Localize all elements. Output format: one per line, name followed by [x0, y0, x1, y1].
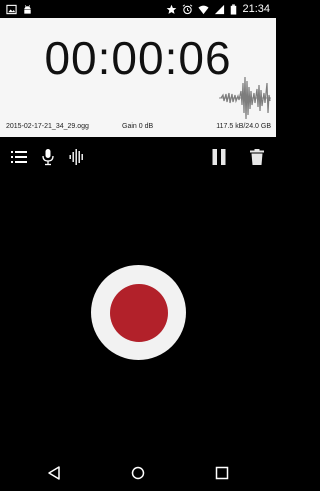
recents-icon	[215, 466, 229, 480]
record-indicator	[109, 283, 168, 342]
wifi-icon	[198, 4, 210, 15]
alarm-icon	[182, 4, 193, 15]
waveform-button[interactable]	[67, 147, 87, 167]
home-icon	[131, 466, 145, 480]
list-button[interactable]	[9, 147, 29, 167]
waveform-icon	[69, 149, 83, 165]
microphone-icon	[42, 149, 54, 166]
back-icon	[48, 466, 60, 480]
delete-button[interactable]	[247, 147, 267, 167]
recording-info-panel: 00:00:06 2015-02-17-21_34_29.ogg Gain 0 …	[0, 18, 276, 137]
star-icon	[166, 4, 177, 15]
status-left	[6, 4, 33, 15]
file-size: 117.5 kB/24.0 GB	[216, 123, 271, 130]
waveform-preview	[219, 76, 271, 120]
record-button[interactable]	[91, 265, 186, 360]
pause-button[interactable]	[209, 147, 229, 167]
gain-value: Gain 0 dB	[122, 123, 154, 130]
file-name: 2015-02-17-21_34_29.ogg	[6, 123, 89, 130]
recording-meta: 2015-02-17-21_34_29.ogg Gain 0 dB 117.5 …	[0, 123, 276, 135]
pause-icon	[212, 149, 226, 165]
home-button[interactable]	[129, 464, 147, 482]
back-button[interactable]	[45, 464, 63, 482]
battery-icon	[230, 3, 237, 15]
navigation-bar	[0, 455, 276, 491]
status-right: 21:34	[166, 3, 270, 15]
list-icon	[11, 151, 27, 163]
recents-button[interactable]	[213, 464, 231, 482]
gallery-icon	[6, 4, 17, 15]
microphone-button[interactable]	[38, 147, 58, 167]
toolbar	[0, 137, 276, 179]
android-debug-icon	[22, 4, 33, 15]
status-time: 21:34	[242, 3, 270, 15]
status-bar: 21:34	[0, 0, 276, 18]
trash-icon	[250, 149, 264, 165]
signal-icon	[214, 4, 225, 15]
